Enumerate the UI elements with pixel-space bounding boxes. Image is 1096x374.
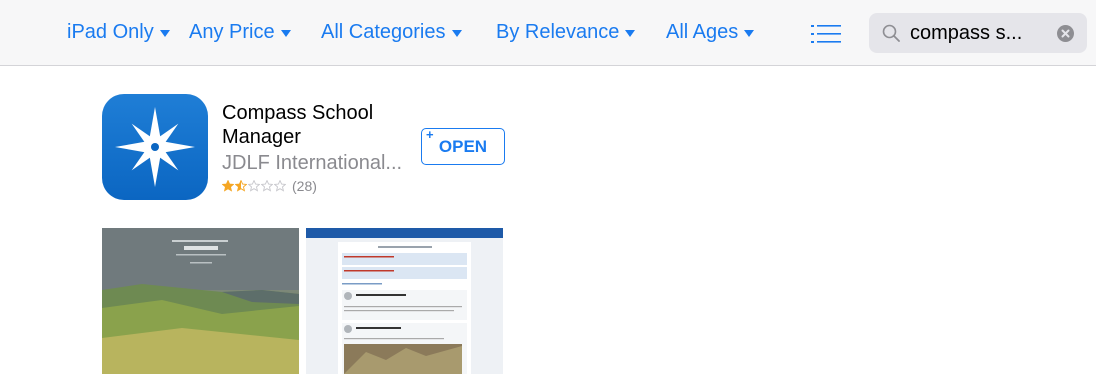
screenshot-news-feed-image [306,228,503,374]
rating-count: (28) [292,178,317,194]
star-icon [261,180,273,192]
screenshot-2[interactable] [306,228,503,374]
caret-down-icon [280,29,291,37]
filter-device[interactable]: iPad Only [67,21,170,44]
star-icon [222,180,234,192]
caret-down-icon [451,29,462,37]
filter-bar: iPad Only Any Price All Categories By Re… [0,0,1096,66]
caret-down-icon [159,29,170,37]
caret-down-icon [625,29,636,37]
screenshot-1[interactable] [102,228,299,374]
app-developer[interactable]: JDLF International... [222,152,402,175]
screenshot-landscape-image [102,228,299,374]
clear-search-icon[interactable] [1057,25,1074,42]
filter-price-label: Any Price [189,21,275,43]
filter-sort-label: By Relevance [496,21,620,43]
filter-age-label: All Ages [666,21,739,43]
search-icon [882,24,900,42]
search-query[interactable]: compass s... [910,22,1022,45]
app-icon[interactable] [102,94,208,200]
app-title[interactable]: Compass School Manager [222,101,402,149]
open-plus-icon: + [426,127,434,142]
star-icon [248,180,260,192]
star-icon [274,180,286,192]
star-icon [235,180,247,192]
filter-device-label: iPad Only [67,21,154,43]
caret-down-icon [744,29,755,37]
rating-stars [222,180,287,192]
filter-price[interactable]: Any Price [189,21,291,44]
list-view-icon[interactable] [811,24,841,44]
compass-star-icon [115,107,195,187]
search-field[interactable]: compass s... [869,13,1087,53]
app-rating: (28) [222,178,317,194]
filter-sort[interactable]: By Relevance [496,21,636,44]
filter-category-label: All Categories [321,21,446,43]
filter-age[interactable]: All Ages [666,21,755,44]
filter-category[interactable]: All Categories [321,21,462,44]
